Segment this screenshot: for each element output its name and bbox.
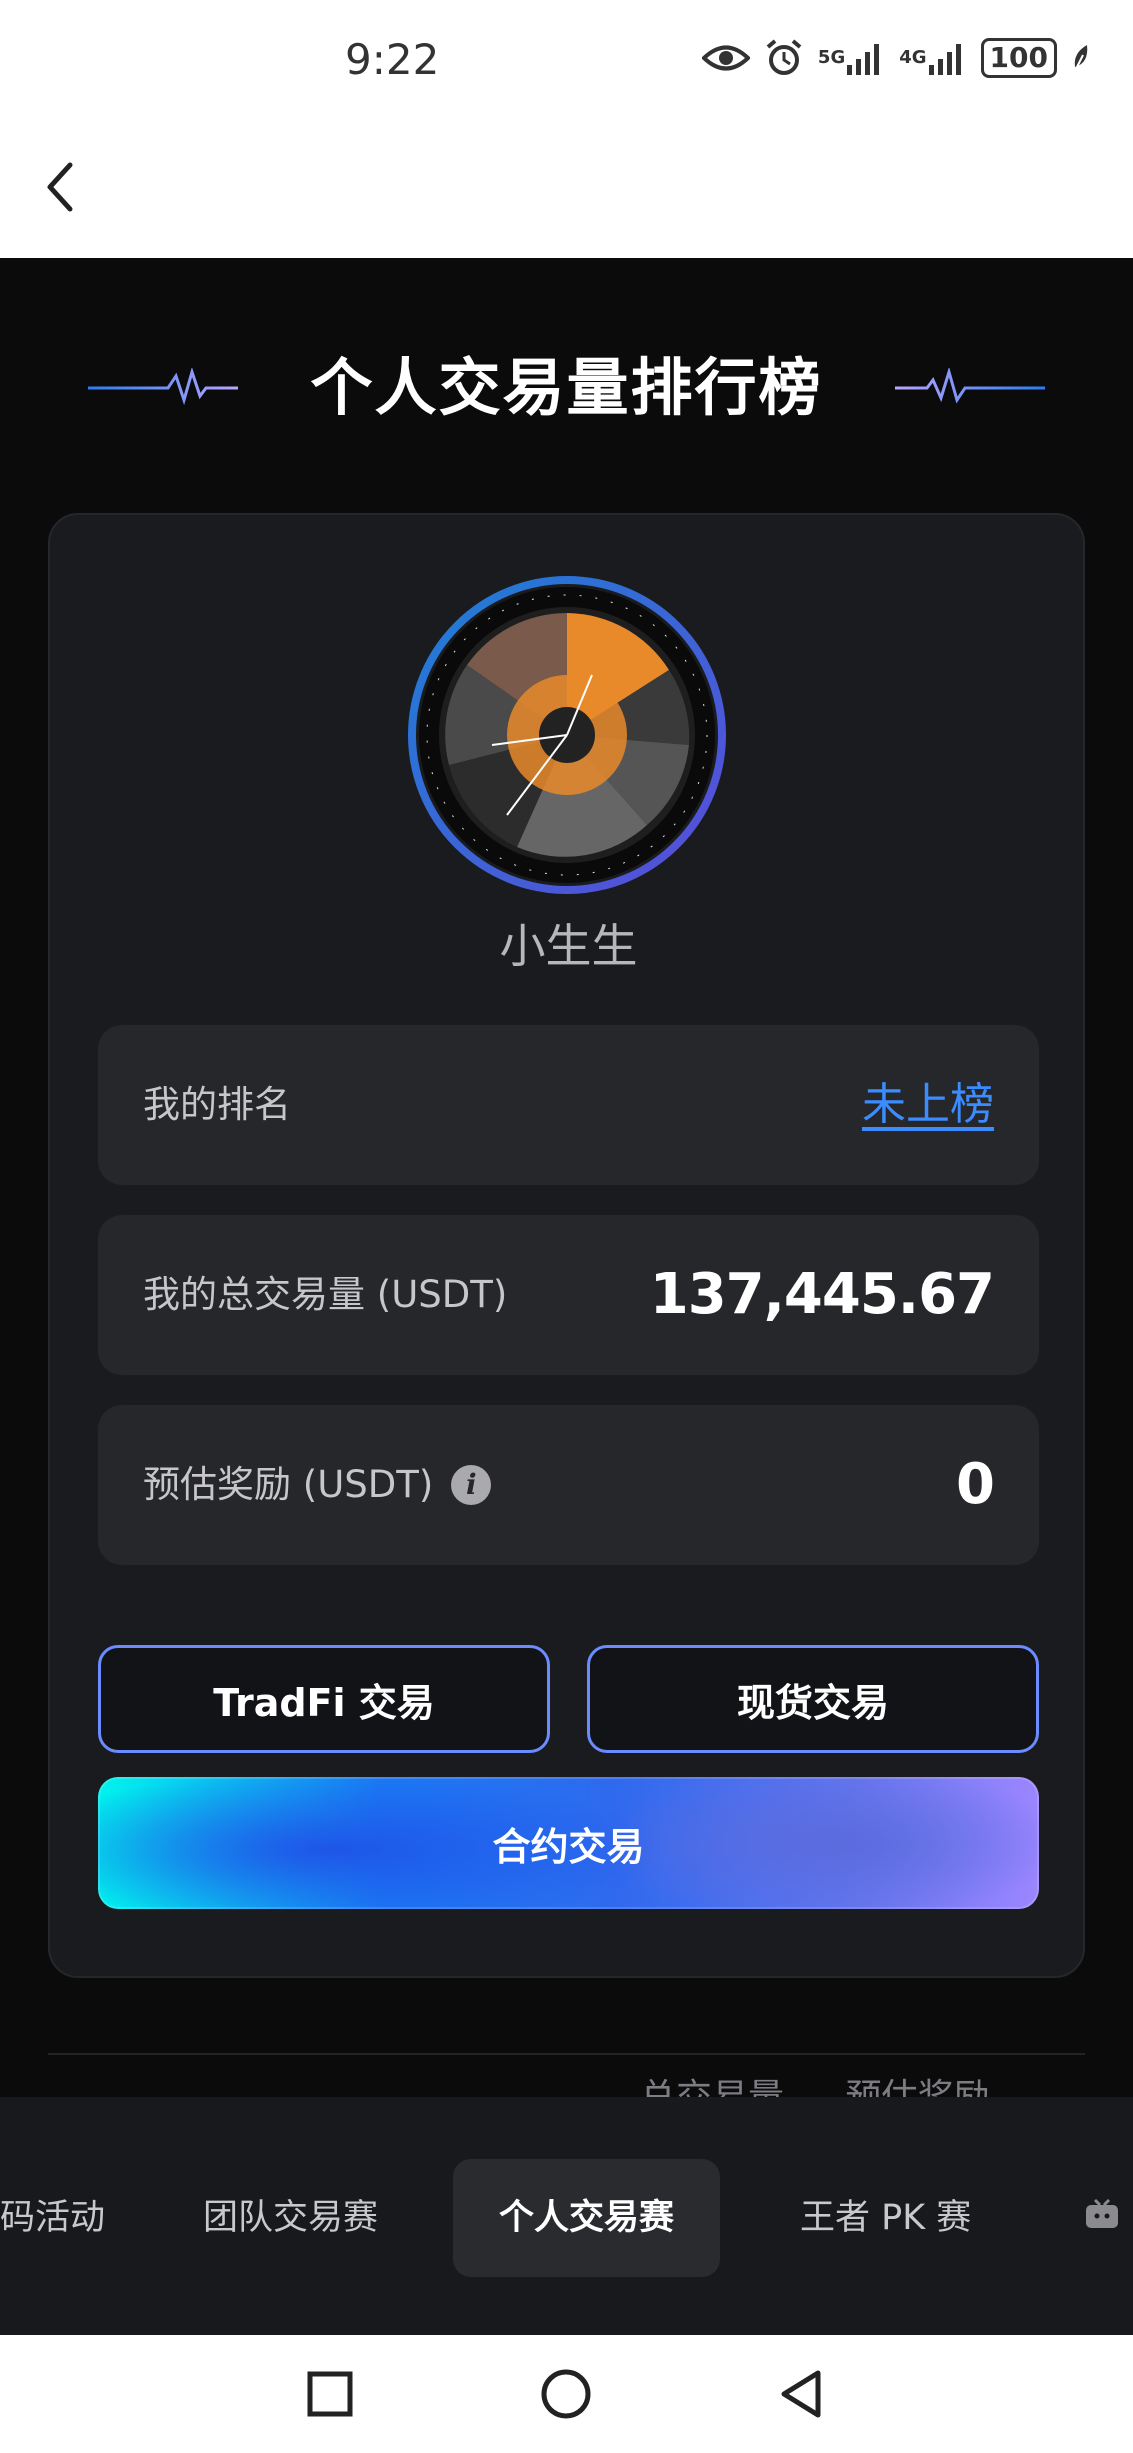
divider <box>48 2053 1085 2055</box>
volume-label: 我的总交易量 (USDT) <box>143 1273 508 1316</box>
rank-label: 我的排名 <box>143 1083 291 1126</box>
tradfi-trade-button[interactable]: TradFi 交易 <box>98 1645 550 1753</box>
home-icon[interactable] <box>539 2367 593 2421</box>
tab-activity[interactable]: 码活动 <box>0 2159 105 2277</box>
eye-icon <box>701 43 750 73</box>
pulse-decoration-right <box>895 368 1045 404</box>
system-nav-bar <box>0 2335 1133 2453</box>
app-header <box>0 125 1133 258</box>
my-stats-card: 小生生 我的排名 未上榜 我的总交易量 (USDT) 137,445.67 预估… <box>48 513 1085 1978</box>
volume-row: 我的总交易量 (USDT) 137,445.67 <box>98 1215 1039 1375</box>
header-estimated-reward: 预估奖励 <box>845 2077 990 2098</box>
title-row: 个人交易量排行榜 <box>0 343 1133 433</box>
chevron-left-icon <box>47 162 73 212</box>
back-nav-icon[interactable] <box>774 2367 828 2421</box>
signal-4g-icon: 4G <box>899 41 966 75</box>
status-time: 9:22 <box>345 35 440 84</box>
spot-trade-button[interactable]: 现货交易 <box>587 1645 1039 1753</box>
tv-icon[interactable] <box>1085 2199 1119 2229</box>
tab-king-pk[interactable]: 王者 PK 赛 <box>800 2159 971 2277</box>
reward-value: 0 <box>956 1452 995 1517</box>
reward-row: 预估奖励 (USDT) i 0 <box>98 1405 1039 1565</box>
rank-value-link[interactable]: 未上榜 <box>862 1025 994 1185</box>
reward-label: 预估奖励 (USDT) <box>143 1463 434 1506</box>
alarm-icon <box>764 38 804 78</box>
signal-5g-icon: 5G <box>818 41 885 75</box>
username: 小生生 <box>499 919 638 973</box>
avatar[interactable] <box>407 575 727 895</box>
rank-row: 我的排名 未上榜 <box>98 1025 1039 1185</box>
back-button[interactable] <box>40 157 80 217</box>
futures-trade-button[interactable]: 合约交易 <box>98 1777 1039 1909</box>
table-header-peek: 总交易量 预估奖励 <box>640 2066 1039 2098</box>
recents-icon[interactable] <box>303 2367 357 2421</box>
battery-indicator: 100 <box>980 38 1057 78</box>
tab-team-contest[interactable]: 团队交易赛 <box>203 2159 378 2277</box>
status-icons: 5G 4G 100 <box>701 38 1091 78</box>
status-bar: 9:22 5G 4G 100 <box>0 0 1133 125</box>
leaderboard-page: 个人交易量排行榜 小生生 我的排名 未上榜 我的总交易量 (USDT) 137,… <box>0 258 1133 2098</box>
info-icon[interactable]: i <box>451 1465 492 1505</box>
leaf-icon <box>1071 43 1091 73</box>
header-total-volume: 总交易量 <box>640 2077 785 2098</box>
reward-label-group: 预估奖励 (USDT) i <box>143 1405 492 1565</box>
bottom-tab-bar: 码活动 团队交易赛 个人交易赛 王者 PK 赛 <box>0 2097 1133 2335</box>
volume-value: 137,445.67 <box>649 1262 995 1327</box>
tab-personal-contest[interactable]: 个人交易赛 <box>453 2159 721 2277</box>
